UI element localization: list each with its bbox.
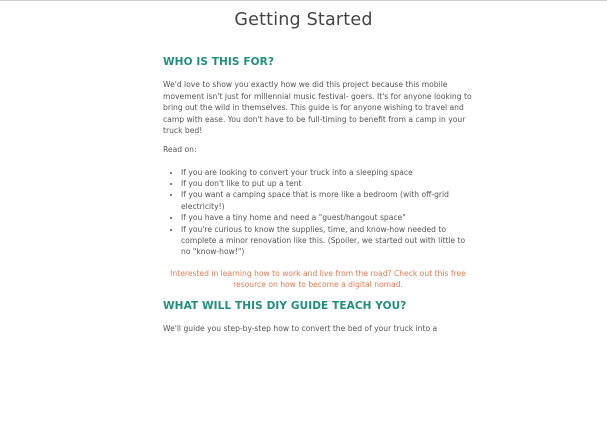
promo-paragraph: Interested in learning how to work and l… [163, 268, 473, 291]
guide-intro-paragraph: We'll guide you step-by-step how to conv… [163, 324, 438, 333]
top-divider [0, 0, 607, 1]
intro-paragraph: We'd love to show you exactly how we did… [163, 80, 472, 136]
read-on-text: Read on: [163, 144, 197, 154]
page-title: Getting Started [234, 10, 373, 30]
list-item: If you have a tiny home and need a "gues… [181, 212, 473, 223]
section-heading-guide: WHAT WILL THIS DIY GUIDE TEACH YOU? [163, 300, 407, 312]
list-item: If you don't like to put up a tent [181, 178, 473, 189]
section-heading-who: WHO IS THIS FOR? [163, 56, 275, 68]
list-item: If you are looking to convert your truck… [181, 167, 473, 178]
digital-nomad-link[interactable]: Interested in learning how to work and l… [170, 269, 466, 290]
list-item: If you want a camping space that is more… [181, 189, 473, 212]
article-content: WHO IS THIS FOR? We'd love to show you e… [163, 56, 473, 335]
list-item: If you're curious to know the supplies, … [181, 224, 473, 258]
audience-list: If you are looking to convert your truck… [163, 167, 473, 258]
